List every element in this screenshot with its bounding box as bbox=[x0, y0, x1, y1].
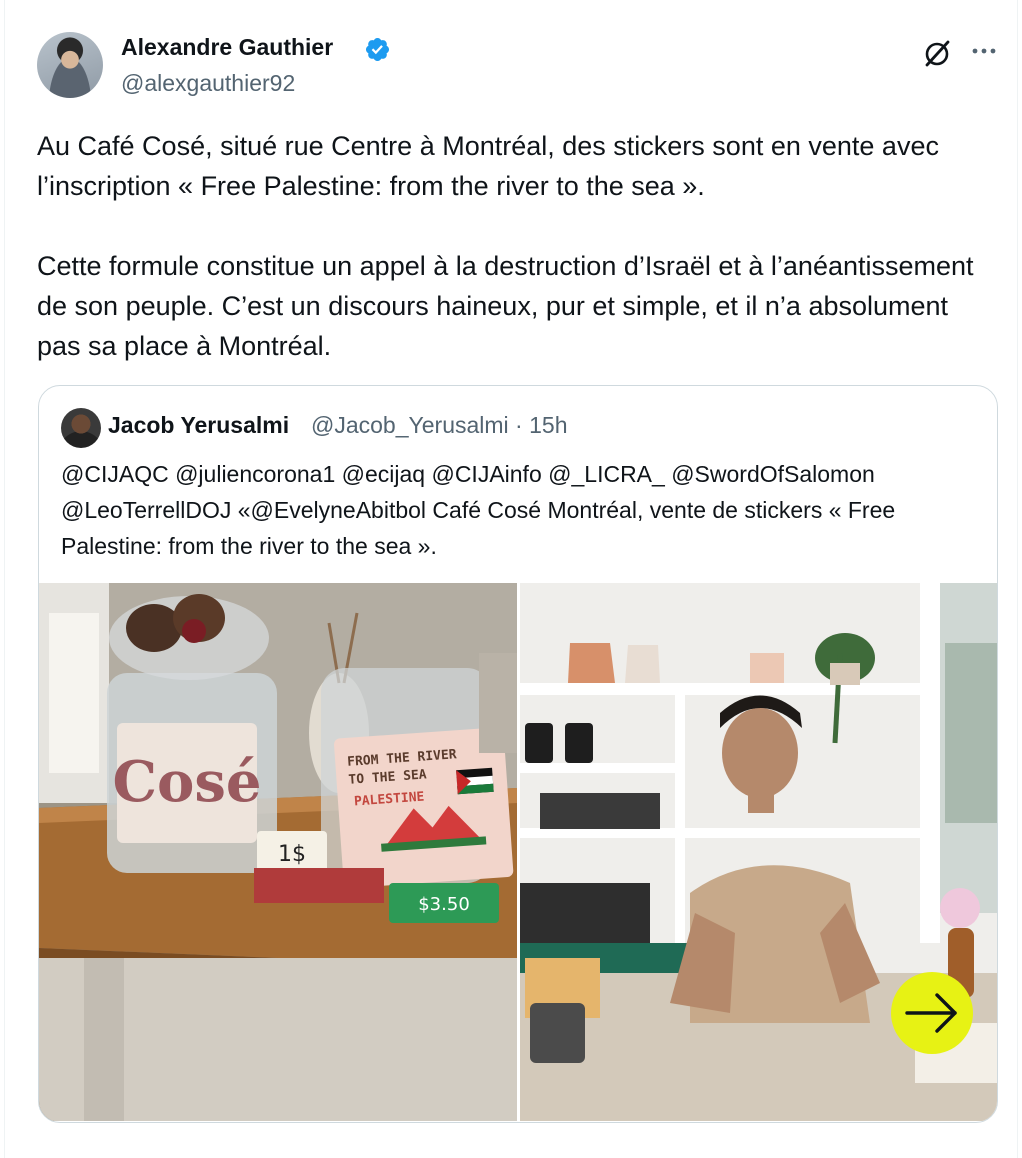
tweet-text: Au Café Cosé, situé rue Centre à Montréa… bbox=[37, 126, 987, 366]
quoted-tweet[interactable]: Jacob Yerusalmi @Jacob_Yerusalmi · 15h @… bbox=[38, 385, 998, 1123]
photo-cafe-stickers-drawing: Cosé FROM THE RIVER TO THE SEA PALESTINE bbox=[39, 583, 517, 1121]
quoted-text: @CIJAQC @juliencorona1 @ecijaq @CIJAinfo… bbox=[61, 461, 896, 559]
grok-icon[interactable] bbox=[920, 36, 954, 70]
media-carousel: Cosé FROM THE RIVER TO THE SEA PALESTINE bbox=[39, 583, 997, 1122]
quoted-author-avatar[interactable] bbox=[61, 408, 101, 448]
jar-label: Cosé bbox=[112, 749, 261, 815]
price-tag: $3.50 bbox=[418, 894, 470, 915]
quoted-author-handle[interactable]: @Jacob_Yerusalmi bbox=[311, 412, 509, 438]
verified-badge-icon bbox=[365, 37, 390, 62]
tweet-paragraph: Au Café Cosé, situé rue Centre à Montréa… bbox=[37, 131, 939, 201]
next-media-button[interactable] bbox=[891, 972, 973, 1054]
quoted-author-meta: @Jacob_Yerusalmi · 15h bbox=[311, 412, 567, 439]
meta-separator: · bbox=[515, 412, 523, 438]
tweet-card: Alexandre Gauthier @alexgauthier92 Au Ca… bbox=[4, 0, 1018, 1158]
author-handle[interactable]: @alexgauthier92 bbox=[121, 70, 295, 97]
arrow-right-icon bbox=[905, 993, 957, 1033]
author-avatar[interactable] bbox=[37, 32, 103, 98]
tweet-paragraph: Cette formule constitue un appel à la de… bbox=[37, 251, 974, 361]
author-name[interactable]: Alexandre Gauthier bbox=[121, 34, 333, 61]
quoted-author-name[interactable]: Jacob Yerusalmi bbox=[108, 412, 289, 439]
photo-cafe-stickers[interactable]: Cosé FROM THE RIVER TO THE SEA PALESTINE bbox=[39, 583, 517, 1121]
more-icon[interactable] bbox=[967, 36, 1001, 66]
quoted-time[interactable]: 15h bbox=[529, 412, 567, 438]
price-sign: 1$ bbox=[278, 842, 306, 867]
